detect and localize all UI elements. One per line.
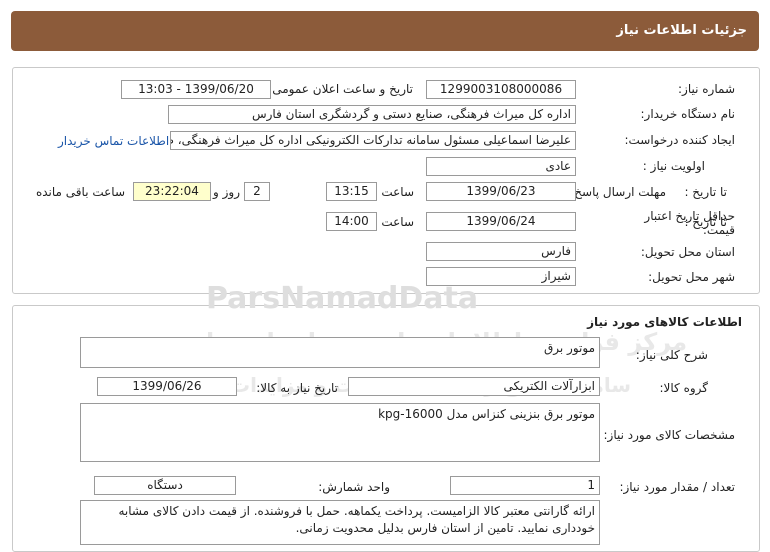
need-date-field: 1399/06/26 [97,377,237,396]
need-info-panel [12,67,760,294]
remaining-time-field: 23:22:04 [133,182,211,201]
need-number-field: 1299003108000086 [426,80,576,99]
priority-field: عادی [426,157,576,176]
page-header: جزئیات اطلاعات نیاز [11,11,759,51]
province-field: فارس [426,242,576,261]
deadline-date-field: 1399/06/23 [426,182,576,201]
priority-label: اولویت نیاز : [642,159,705,173]
general-description-field: موتور برق [80,337,600,368]
days-label: روز و [213,185,240,199]
deadline-to-date-label: تا تاریخ : [684,185,727,199]
general-description-label: شرح کلی نیاز: [635,348,708,362]
buyer-notes-field: ارائه گارانتی معتبر کالا الزامیست. پرداخ… [80,500,600,545]
unit-label: واحد شمارش: [318,480,390,494]
validity-time-label: ساعت [381,215,414,229]
creator-field: علیرضا اسماعیلی مسئول سامانه تدارکات الک… [170,131,576,150]
goods-section-title: اطلاعات کالاهای مورد نیاز [587,315,742,329]
validity-to-date-label: تا تاریخ : [684,215,727,229]
need-number-label: شماره نیاز: [678,82,735,96]
goods-specs-label: مشخصات کالای مورد نیاز: [603,428,735,442]
buyer-field: اداره کل میراث فرهنگی، صنایع دستی و گردش… [168,105,576,124]
creator-label: ایجاد کننده درخواست: [624,133,735,147]
city-field: شیراز [426,267,576,286]
goods-group-field: ابزارآلات الکتریکی [348,377,600,396]
city-label: شهر محل تحویل: [648,270,735,284]
deadline-time-label: ساعت [381,185,414,199]
days-remaining-field: 2 [244,182,270,201]
validity-date-field: 1399/06/24 [426,212,576,231]
goods-specs-field: موتور برق بنزینی کنزاس مدل kpg-16000 [80,403,600,462]
deadline-label: مهلت ارسال پاسخ: [570,185,666,199]
announce-field: 1399/06/20 - 13:03 [121,80,271,99]
deadline-time-field: 13:15 [326,182,377,201]
announce-label: تاریخ و ساعت اعلان عمومی: [268,82,413,96]
goods-group-label: گروه کالا: [659,381,709,395]
need-date-label: تاریخ نیاز به کالا: [256,381,338,395]
page-title: جزئیات اطلاعات نیاز [616,23,747,38]
buyer-label: نام دستگاه خریدار: [640,107,736,121]
quantity-label: تعداد / مقدار مورد نیاز: [619,480,735,494]
unit-field: دستگاه [94,476,236,495]
validity-time-field: 14:00 [326,212,377,231]
remaining-time-label: ساعت باقی مانده [35,185,125,199]
quantity-field: 1 [450,476,600,495]
buyer-contact-link[interactable]: اطلاعات تماس خریدار [58,134,169,148]
province-label: استان محل تحویل: [640,245,735,259]
